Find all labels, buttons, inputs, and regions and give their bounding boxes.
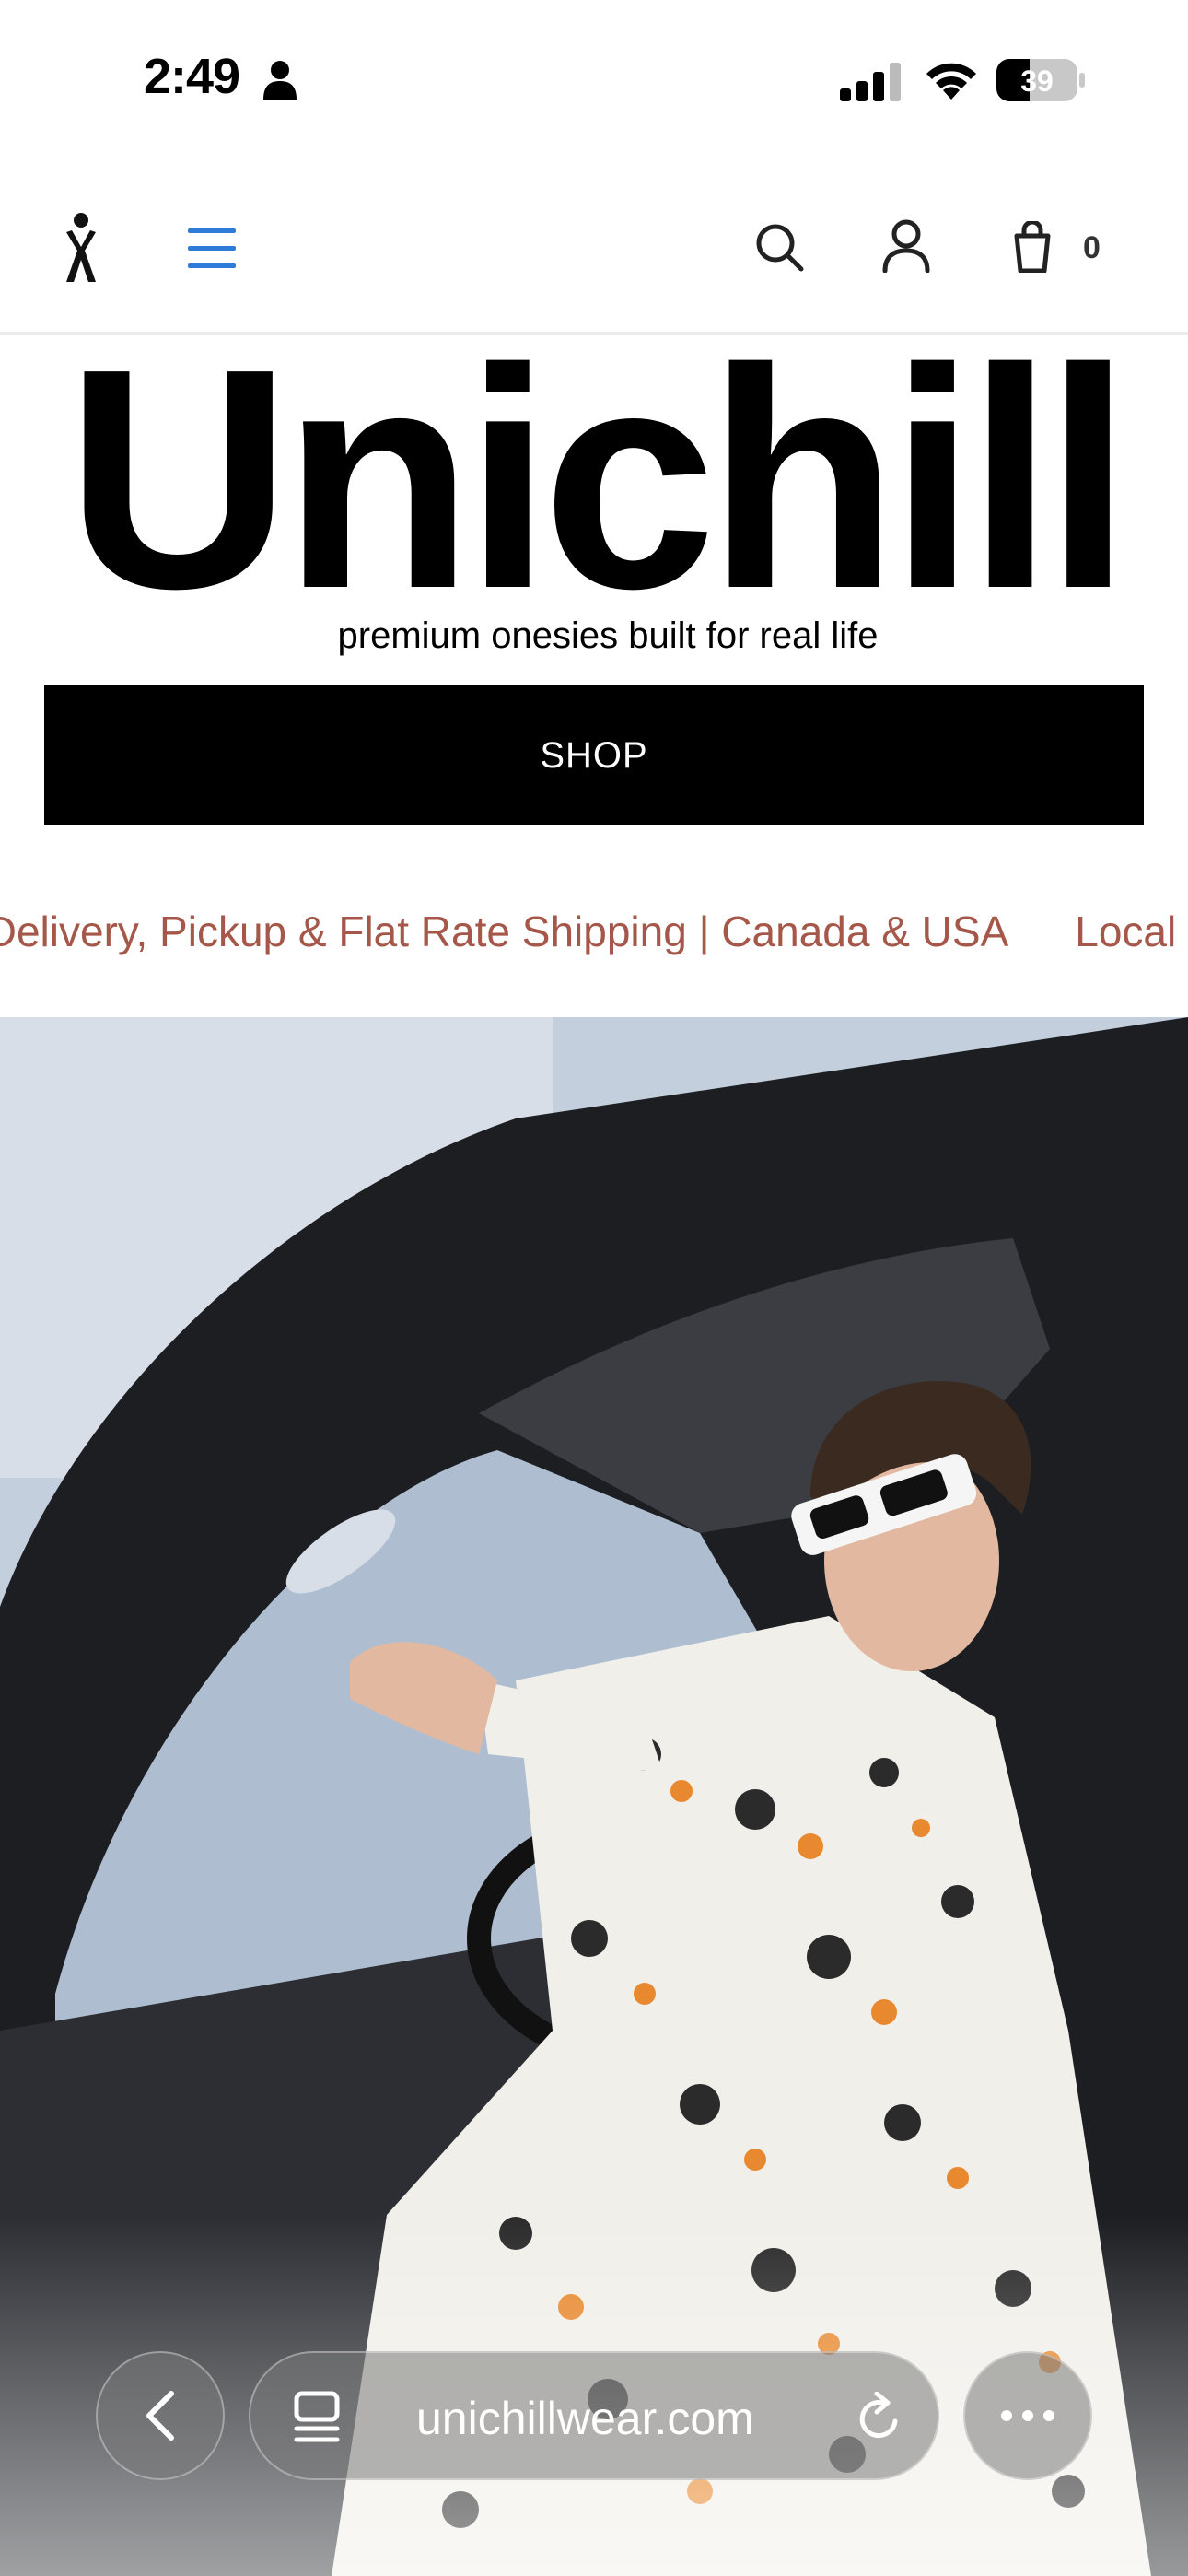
- reload-icon[interactable]: [855, 2392, 904, 2445]
- logo-icon[interactable]: [53, 212, 109, 282]
- status-bar: 2:49 39: [0, 0, 1188, 157]
- person-icon: [263, 61, 297, 100]
- tabs-icon[interactable]: [291, 2390, 343, 2445]
- more-button[interactable]: [963, 2351, 1092, 2480]
- browser-back-button[interactable]: [96, 2351, 225, 2480]
- hamburger-icon[interactable]: [188, 228, 239, 269]
- more-icon: [1001, 2410, 1054, 2421]
- address-bar[interactable]: unichillwear.com: [249, 2351, 939, 2480]
- shop-button[interactable]: SHOP: [44, 685, 1144, 825]
- announcement-marquee: Local Delivery, Pickup & Flat Rate Shipp…: [0, 907, 1188, 971]
- brand-title: Unichill: [65, 304, 1132, 654]
- marquee-item: Local Delivery, Pickup & Flat Rate Shipp…: [0, 907, 1009, 955]
- signal-icon: [840, 63, 901, 101]
- cart-icon[interactable]: [1011, 221, 1054, 273]
- battery-level: 39: [1020, 64, 1054, 98]
- account-icon[interactable]: [882, 219, 930, 273]
- url-text[interactable]: unichillwear.com: [416, 2392, 754, 2445]
- marquee-track: Local Delivery, Pickup & Flat Rate Shipp…: [0, 907, 1188, 956]
- marquee-item: Local: [1075, 907, 1177, 955]
- battery-icon: 39: [996, 59, 1087, 101]
- tagline: premium onesies built for real life: [337, 615, 879, 656]
- status-time: 2:49: [144, 49, 240, 104]
- search-icon[interactable]: [753, 221, 805, 273]
- chevron-left-icon: [146, 2391, 174, 2441]
- wifi-icon: [926, 63, 976, 100]
- cart-count[interactable]: 0: [1083, 230, 1101, 266]
- hero-image: [0, 1017, 1188, 2576]
